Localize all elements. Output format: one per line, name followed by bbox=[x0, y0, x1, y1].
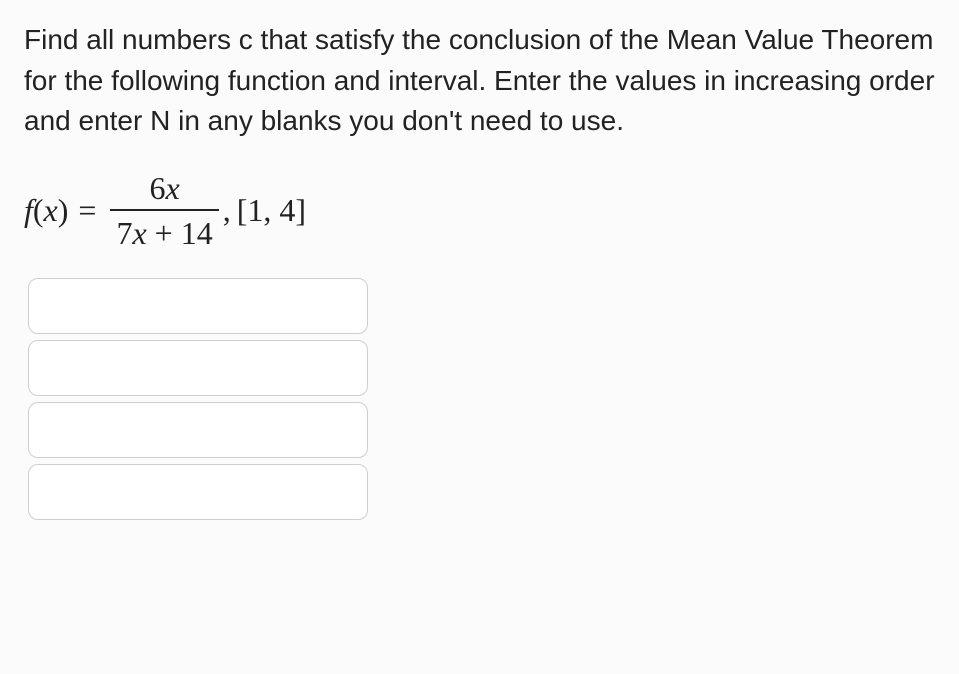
answer-input-3[interactable] bbox=[28, 402, 368, 458]
den-var: x bbox=[132, 215, 146, 251]
lhs-paren-close: ) bbox=[58, 192, 69, 228]
denominator: 7x + 14 bbox=[110, 209, 218, 252]
lhs-f: f bbox=[24, 192, 33, 228]
num-coeff: 6 bbox=[149, 170, 165, 206]
interval: [1, 4] bbox=[237, 192, 306, 229]
problem-statement: Find all numbers c that satisfy the conc… bbox=[24, 20, 935, 142]
den-coeff: 7 bbox=[116, 215, 132, 251]
den-plus: + bbox=[147, 215, 181, 251]
numerator: 6x bbox=[143, 170, 185, 209]
formula: f(x) = 6x 7x + 14 , [1, 4] bbox=[24, 170, 935, 252]
function-lhs: f(x) bbox=[24, 192, 68, 229]
answer-input-1[interactable] bbox=[28, 278, 368, 334]
equals-sign: = bbox=[78, 192, 96, 229]
lhs-paren-open: ( bbox=[33, 192, 44, 228]
answer-inputs bbox=[28, 278, 935, 520]
den-const: 14 bbox=[181, 215, 213, 251]
num-var: x bbox=[165, 170, 179, 206]
lhs-x: x bbox=[44, 192, 58, 228]
answer-input-2[interactable] bbox=[28, 340, 368, 396]
problem-text: Find all numbers c that satisfy the conc… bbox=[24, 24, 935, 136]
comma: , bbox=[223, 192, 231, 229]
fraction: 6x 7x + 14 bbox=[110, 170, 218, 252]
answer-input-4[interactable] bbox=[28, 464, 368, 520]
